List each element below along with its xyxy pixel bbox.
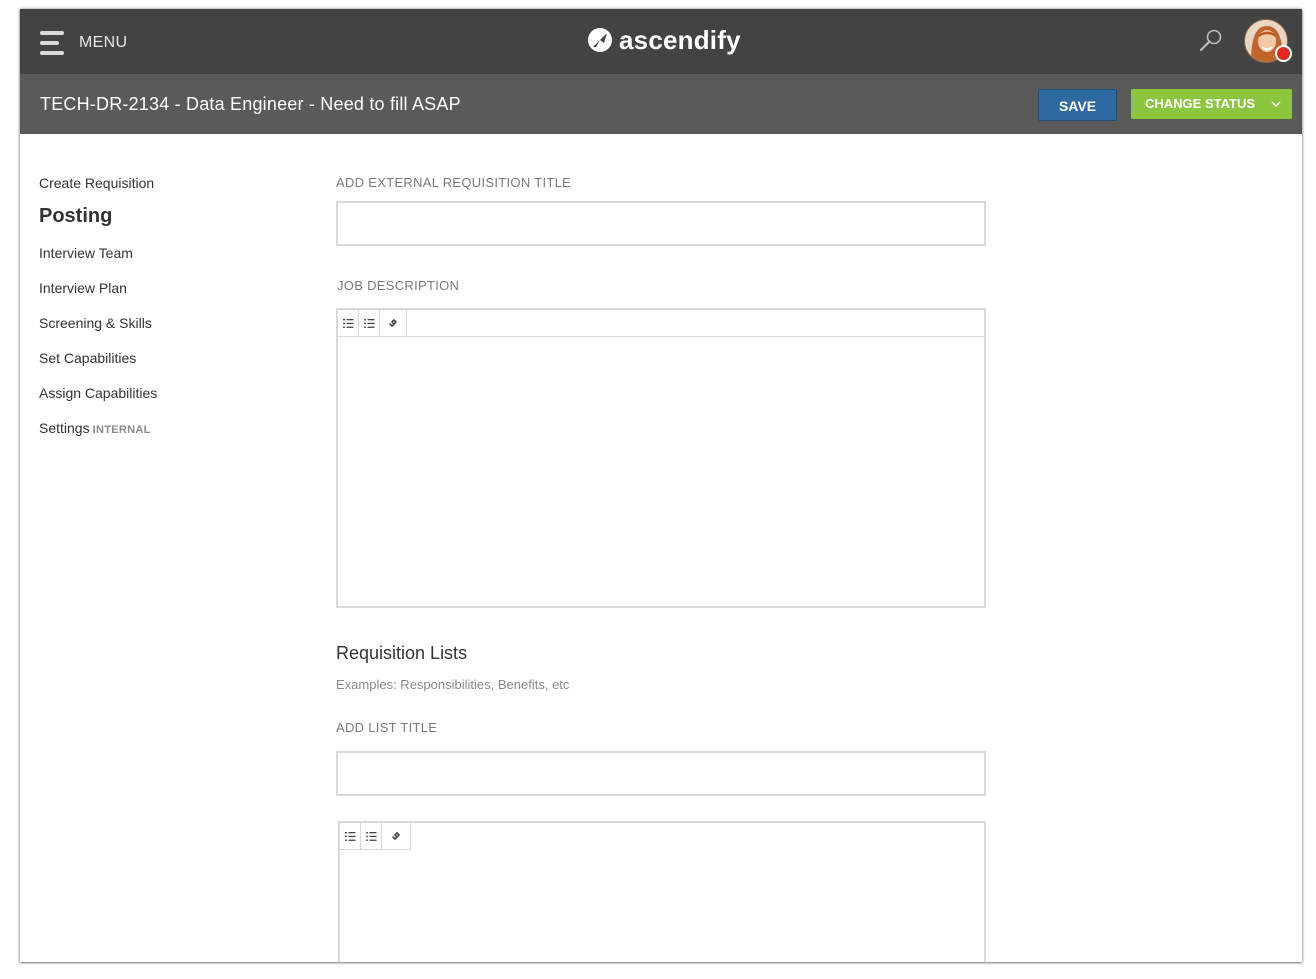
top-nav: MENU ascendify: [20, 9, 1302, 74]
bullet-list-icon[interactable]: [359, 310, 380, 336]
list-title-input[interactable]: [336, 751, 986, 796]
link-icon[interactable]: [380, 310, 407, 336]
requisition-lists-subtext: Examples: Responsibilities, Benefits, et…: [336, 677, 570, 692]
editor-toolbar: [338, 310, 984, 337]
sidebar-item-set-capabilities[interactable]: Set Capabilities: [39, 350, 136, 366]
change-status-label: CHANGE STATUS: [1145, 96, 1256, 111]
job-description-editor[interactable]: [336, 308, 986, 608]
notification-badge: [1275, 45, 1292, 62]
external-title-label: ADD EXTERNAL REQUISITION TITLE: [336, 175, 572, 190]
requisition-lists-heading: Requisition Lists: [336, 643, 468, 663]
logo[interactable]: ascendify: [587, 24, 741, 56]
list-editor-toolbar: [340, 823, 411, 850]
internal-badge: INTERNAL: [92, 424, 151, 436]
sidebar-item-settings-label: Settings: [39, 420, 90, 436]
logo-text: ascendify: [619, 24, 741, 55]
sidebar-item-screening-skills[interactable]: Screening & Skills: [39, 315, 152, 331]
change-status-button[interactable]: CHANGE STATUS: [1131, 89, 1292, 119]
requisition-header: TECH-DR-2134 - Data Engineer - Need to f…: [20, 74, 1302, 134]
link-icon[interactable]: [382, 823, 409, 849]
menu-label[interactable]: MENU: [79, 34, 127, 52]
sidebar-item-interview-team[interactable]: Interview Team: [39, 245, 133, 261]
bullet-list-icon[interactable]: [361, 823, 382, 849]
sidebar-item-interview-plan[interactable]: Interview Plan: [39, 280, 127, 296]
hamburger-icon[interactable]: [40, 31, 64, 55]
numbered-list-icon[interactable]: [340, 823, 361, 849]
sidebar-item-settings[interactable]: Settings INTERNAL: [39, 420, 151, 436]
list-content-editor[interactable]: [338, 821, 986, 962]
app-window: MENU ascendify TECH-DR-2134 - Data Engin…: [20, 9, 1302, 962]
numbered-list-icon[interactable]: [338, 310, 359, 336]
page-title: TECH-DR-2134 - Data Engineer - Need to f…: [40, 94, 461, 114]
sidebar-item-create-requisition[interactable]: Create Requisition: [39, 175, 154, 191]
external-title-input[interactable]: [336, 201, 986, 246]
sidebar-item-posting[interactable]: Posting: [39, 205, 112, 228]
ascendify-logo-icon: [588, 28, 612, 52]
sidebar-item-assign-capabilities[interactable]: Assign Capabilities: [39, 385, 157, 401]
chevron-down-icon: [1271, 101, 1281, 108]
save-button[interactable]: SAVE: [1038, 89, 1117, 121]
job-description-label: JOB DESCRIPTION: [337, 278, 460, 293]
search-icon[interactable]: [1198, 27, 1224, 53]
list-title-label: ADD LIST TITLE: [336, 720, 438, 735]
